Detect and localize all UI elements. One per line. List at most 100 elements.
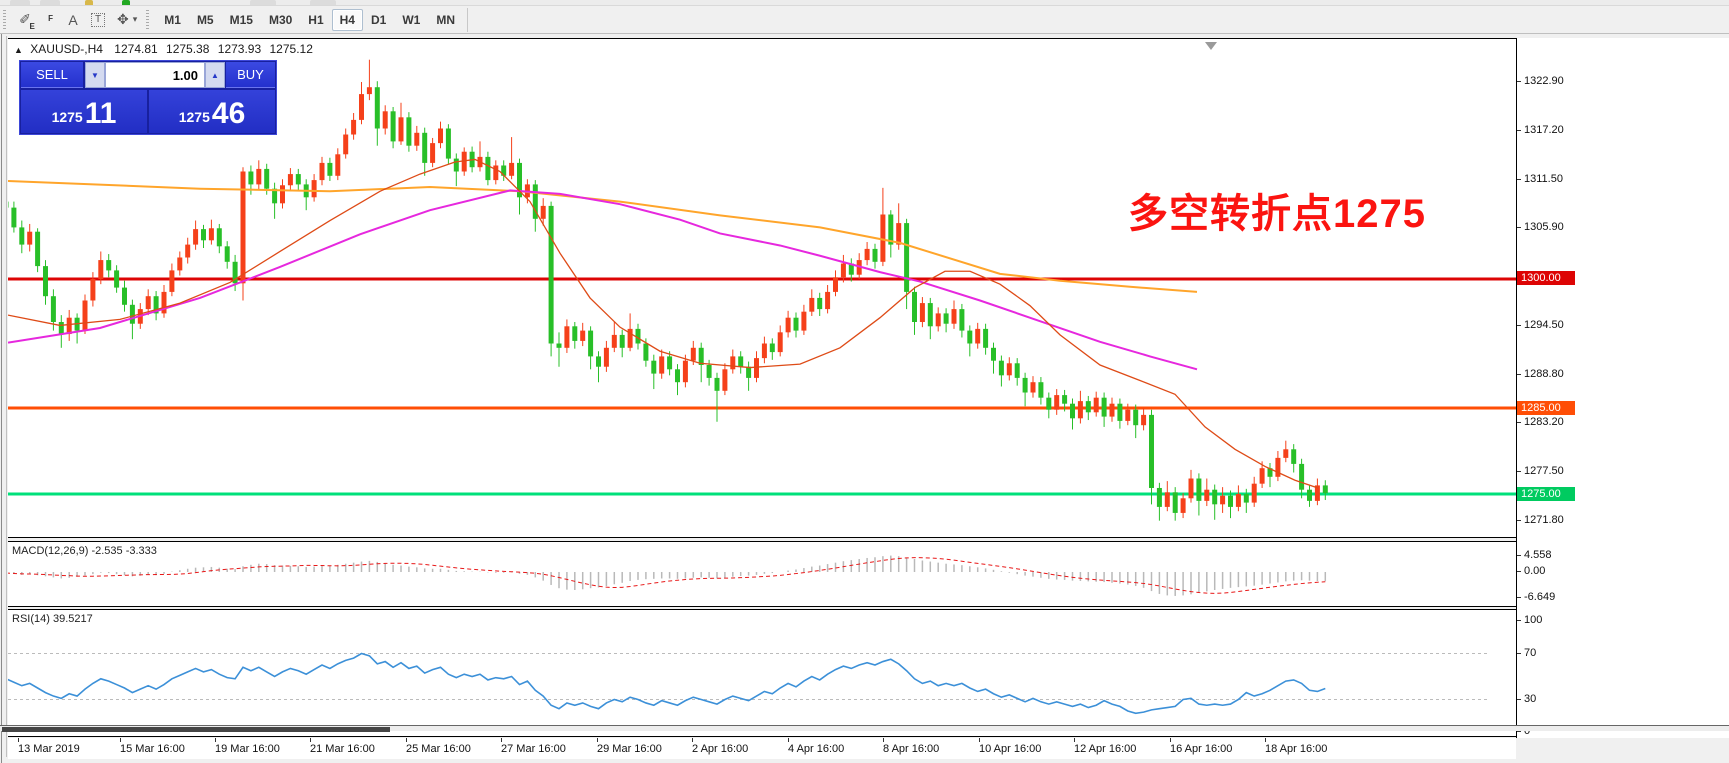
one-click-trading-panel: SELL ▼ ▲ BUY 1275 11 1275 46 (20, 61, 276, 134)
indicator-list-button[interactable]: F (37, 9, 61, 31)
price-tick-label: 1288.80 (1524, 368, 1564, 380)
ask-price-big: 46 (212, 100, 245, 128)
time-axis[interactable]: 13 Mar 201915 Mar 16:0019 Mar 16:0021 Ma… (8, 738, 1516, 759)
chart-text-annotation[interactable]: 多空转折点1275 (1128, 181, 1426, 239)
collapse-triangle-icon[interactable]: ▲ (14, 45, 23, 55)
chart-shift-marker-icon[interactable] (1205, 42, 1217, 50)
time-axis-label: 16 Apr 16:00 (1170, 743, 1232, 755)
price-tick-label: 1305.90 (1524, 221, 1564, 233)
timeframe-m1-button[interactable]: M1 (156, 9, 189, 31)
time-axis-label: 12 Apr 16:00 (1074, 743, 1136, 755)
macd-chart[interactable] (8, 542, 1516, 607)
main-price-panel[interactable]: ▲ XAUUSD-,H4 1274.81 1275.38 1273.93 127… (8, 38, 1516, 538)
time-tick (1074, 738, 1075, 742)
time-tick (692, 738, 693, 742)
trading-platform-window: ✐E F A T ✥ ▾ M1M5M15M30H1H4D1W1MN ▲ XAUU… (0, 0, 1729, 763)
window-left-border (1, 34, 2, 763)
crosshair-study-button[interactable]: ✐E (13, 9, 37, 31)
bid-price-big: 11 (85, 100, 117, 128)
horizontal-scrollbar[interactable] (0, 725, 1729, 731)
price-tick (1517, 227, 1521, 228)
timeframe-m5-button[interactable]: M5 (189, 9, 222, 31)
price-tick-label: 1322.90 (1524, 75, 1564, 87)
macd-tick (1517, 597, 1521, 598)
price-tick (1517, 374, 1521, 375)
macd-label: MACD(12,26,9) -2.535 -3.333 (12, 545, 157, 557)
rsi-tick-label: 30 (1524, 693, 1536, 705)
price-tick (1517, 520, 1521, 521)
time-tick (406, 738, 407, 742)
time-axis-label: 10 Apr 16:00 (979, 743, 1041, 755)
buy-button[interactable]: BUY (226, 62, 275, 88)
volume-input[interactable] (105, 62, 205, 88)
price-level-badge: 1275.00 (1517, 487, 1575, 501)
text-label-icon: A (68, 12, 77, 28)
open-value: 1274.81 (114, 42, 157, 56)
timeframe-h4-button[interactable]: H4 (332, 9, 363, 31)
rsi-label: RSI(14) 39.5217 (12, 613, 93, 625)
timeframe-m15-button[interactable]: M15 (222, 9, 261, 31)
volume-decrease-button[interactable]: ▼ (85, 62, 105, 88)
timeframe-d1-button[interactable]: D1 (363, 9, 394, 31)
draw-study-icon: ✐E (19, 11, 31, 28)
rsi-tick (1517, 620, 1521, 621)
time-axis-label: 25 Mar 16:00 (406, 743, 471, 755)
text-label-button[interactable]: A (61, 9, 85, 31)
price-tick (1517, 130, 1521, 131)
rsi-chart[interactable] (8, 610, 1516, 737)
rsi-tick (1517, 731, 1521, 732)
ask-price-display[interactable]: 1275 46 (149, 90, 275, 133)
time-tick (18, 738, 19, 742)
price-tick-label: 1277.50 (1524, 465, 1564, 477)
price-tick (1517, 325, 1521, 326)
timeframe-m30-button[interactable]: M30 (261, 9, 300, 31)
time-axis-label: 8 Apr 16:00 (883, 743, 939, 755)
price-tick-label: 1271.80 (1524, 514, 1564, 526)
bid-price-display[interactable]: 1275 11 (21, 90, 147, 133)
text-box-icon: T (91, 13, 105, 27)
time-axis-label: 27 Mar 16:00 (501, 743, 566, 755)
time-tick (979, 738, 980, 742)
rsi-tick-label: 100 (1524, 614, 1542, 626)
time-axis-label: 19 Mar 16:00 (215, 743, 280, 755)
arrows-icon: ✥ (117, 11, 129, 28)
new-order-stub-icon (122, 0, 130, 5)
toolbar-separator (467, 8, 468, 32)
chart-toolbar: ✐E F A T ✥ ▾ M1M5M15M30H1H4D1W1MN (0, 6, 1729, 34)
scrollbar-thumb[interactable] (2, 727, 390, 732)
bid-price-small: 1275 (52, 106, 83, 128)
time-axis-label: 13 Mar 2019 (18, 743, 80, 755)
low-value: 1273.93 (218, 42, 261, 56)
price-level-badge: 1285.00 (1517, 401, 1575, 415)
rsi-tick (1517, 653, 1521, 654)
time-axis-label: 18 Apr 16:00 (1265, 743, 1327, 755)
macd-indicator-panel[interactable]: MACD(12,26,9) -2.535 -3.333 (8, 541, 1516, 607)
rsi-indicator-panel[interactable]: RSI(14) 39.5217 (8, 609, 1516, 737)
price-tick (1517, 179, 1521, 180)
timeframe-w1-button[interactable]: W1 (394, 9, 428, 31)
high-value: 1275.38 (166, 42, 209, 56)
time-axis-label: 4 Apr 16:00 (788, 743, 844, 755)
price-tick-label: 1294.50 (1524, 319, 1564, 331)
time-tick (1170, 738, 1171, 742)
rsi-tick-label: 70 (1524, 647, 1536, 659)
toolbar-drag-handle[interactable] (3, 10, 8, 30)
sell-button[interactable]: SELL (21, 62, 83, 88)
time-axis-label: 29 Mar 16:00 (597, 743, 662, 755)
price-axis[interactable]: 1322.901317.201311.501305.901294.501288.… (1516, 38, 1729, 738)
arrows-button[interactable]: ✥ ▾ (111, 9, 143, 31)
timeframe-button-group: M1M5M15M30H1H4D1W1MN (156, 9, 463, 31)
macd-tick (1517, 555, 1521, 556)
toolbar-stub-icon (85, 0, 93, 5)
toolbar-drag-handle[interactable] (146, 10, 151, 30)
chart-ohlc-header: ▲ XAUUSD-,H4 1274.81 1275.38 1273.93 127… (14, 42, 313, 56)
volume-increase-button[interactable]: ▲ (205, 62, 225, 88)
text-box-button[interactable]: T (85, 9, 111, 31)
timeframe-h1-button[interactable]: H1 (300, 9, 331, 31)
macd-tick-label: 0.00 (1524, 565, 1545, 577)
window-left-border (6, 36, 7, 757)
timeframe-mn-button[interactable]: MN (428, 9, 463, 31)
macd-tick (1517, 571, 1521, 572)
toolbar-stub-icon (10, 0, 30, 5)
time-tick (215, 738, 216, 742)
